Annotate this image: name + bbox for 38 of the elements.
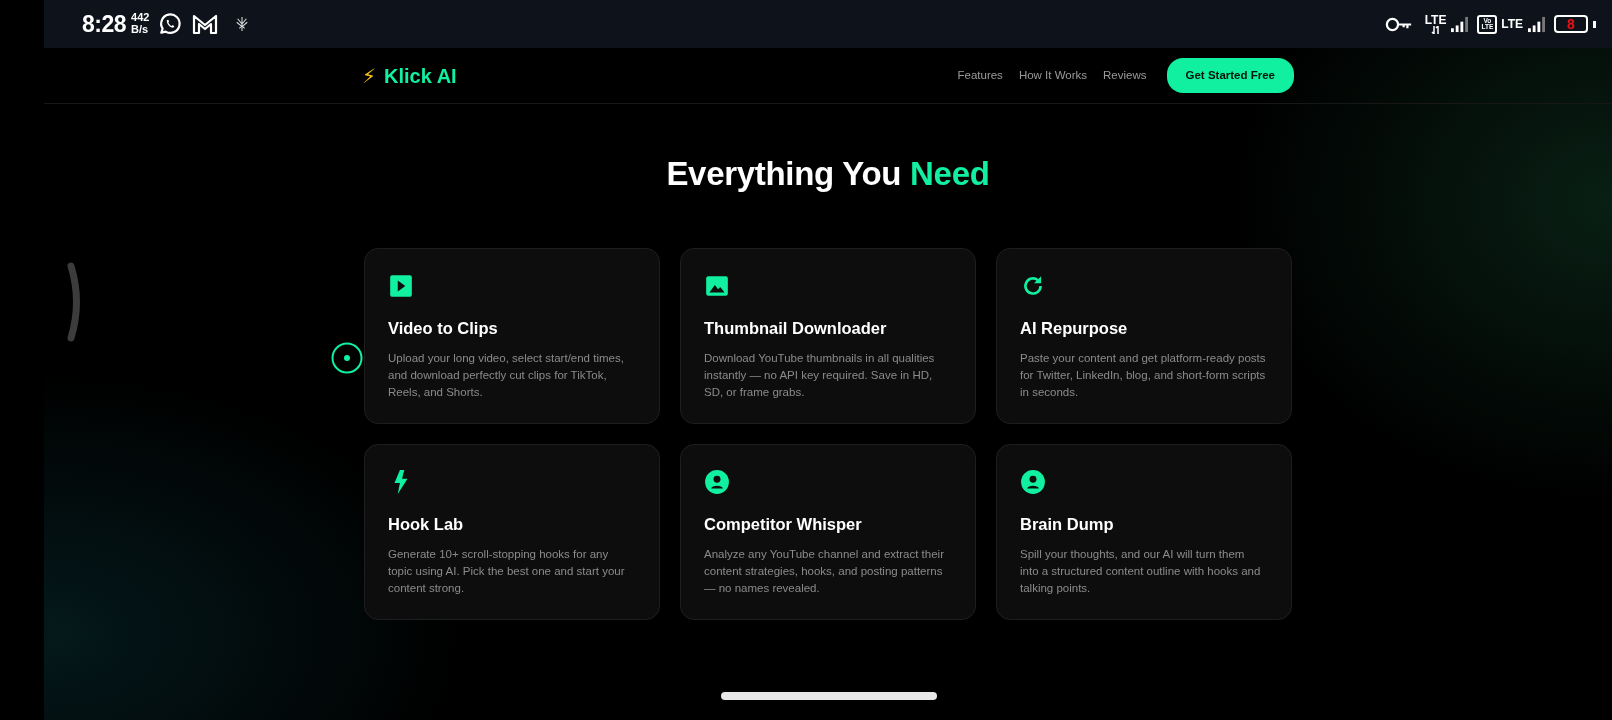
user-icon [704, 468, 730, 495]
touch-indicator-icon [331, 342, 363, 374]
feature-description: Analyze any YouTube channel and extract their content strategies, hooks, and posting patterns — no names revealed. [704, 547, 945, 597]
feature-title: Hook Lab [388, 513, 465, 535]
app-notification-icon [235, 15, 250, 33]
data-arrows-icon [1430, 26, 1441, 34]
mail-icon [191, 12, 220, 36]
whatsapp-icon [157, 11, 184, 37]
nav-link[interactable]: Features [957, 66, 1003, 85]
feature-title: Thumbnail Downloader [704, 317, 888, 339]
feature-description: Generate 10+ scroll-stopping hooks for any topic using AI. Pick the best one and start your content strong. [388, 547, 626, 597]
user-icon [1020, 468, 1046, 495]
logo-icon: ⚡ [362, 60, 377, 91]
feature-title: Brain Dump [1020, 513, 1115, 535]
network-type: LTE [1501, 16, 1523, 33]
feature-title: Video to Clips [388, 317, 499, 339]
feature-description: Download YouTube thumbnails in all qualities instantly — no API key required. Save in HD, SD, or frame grabs. [704, 351, 936, 401]
signal-icon [1450, 15, 1470, 33]
feature-title: AI Repurpose [1020, 317, 1129, 339]
play-icon [388, 272, 414, 299]
battery-tip-icon [1593, 20, 1596, 28]
network-type: LTE [1424, 14, 1447, 26]
nav-link[interactable]: How It Works [1018, 66, 1088, 85]
section-title: Everything You Need [665, 154, 991, 194]
clock: 8:28 [82, 9, 127, 39]
nav-link[interactable]: Reviews [1103, 66, 1147, 85]
feature-description: Paste your content and get platform-ready posts for Twitter, LinkedIn, blog, and short-form scripts in seconds. [1020, 351, 1266, 401]
speed-unit: B/s [131, 24, 150, 36]
get-started-button[interactable]: Get Started Free [1166, 57, 1294, 94]
network-speed: 442 [131, 12, 150, 24]
signal-icon [1527, 15, 1546, 33]
key-icon [1384, 16, 1413, 32]
feature-description: Spill your thoughts, and our AI will turn them into a structured content outline with hooks and talking points. [1020, 547, 1262, 597]
feature-description: Upload your long video, select start/end times, and download perfectly cut clips for TikTok, Reels, and Shorts. [388, 351, 625, 401]
feature-title: Competitor Whisper [704, 513, 863, 535]
logo-text: Klick AI [384, 63, 457, 89]
battery-icon: 8 [1554, 15, 1588, 33]
home-indicator[interactable] [721, 692, 937, 700]
